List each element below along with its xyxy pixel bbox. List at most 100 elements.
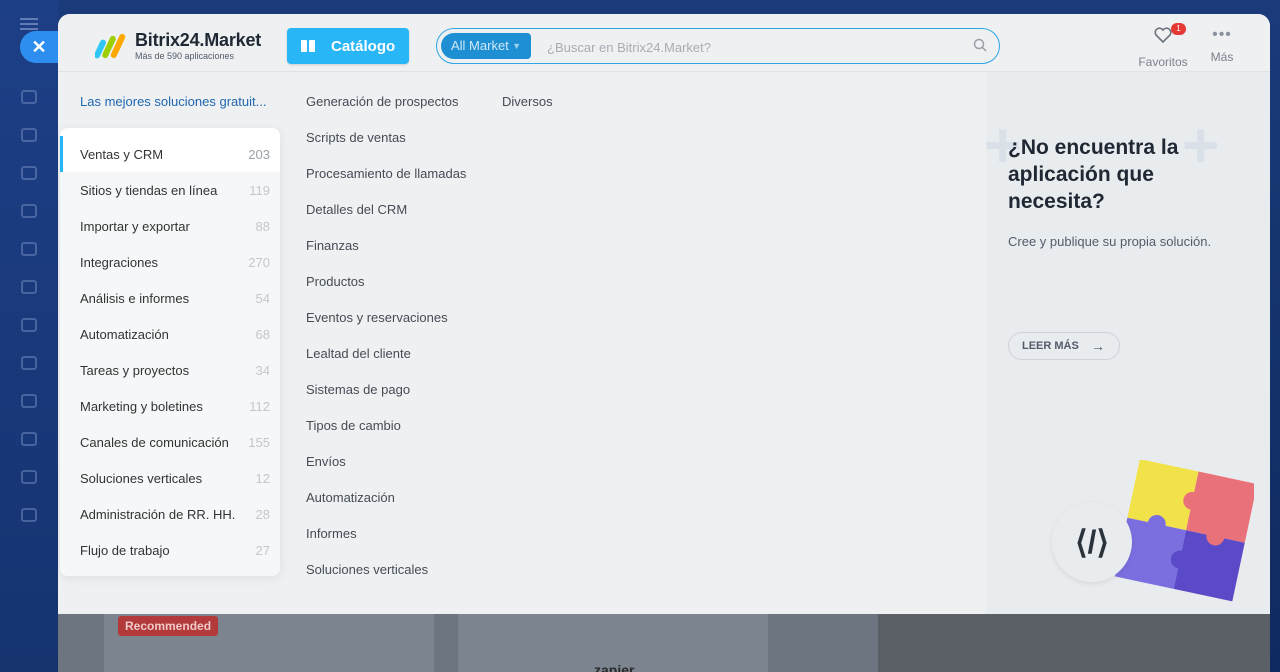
- subcategory-link[interactable]: Automatización: [306, 490, 466, 526]
- category-count: 112: [249, 398, 270, 414]
- app-title: Bitrix24.Market: [135, 30, 262, 50]
- subcategory-link[interactable]: Soluciones verticales: [306, 562, 466, 598]
- subcategory-link[interactable]: Scripts de ventas: [306, 130, 466, 166]
- catalog-button-label: Catálogo: [331, 37, 396, 55]
- read-more-label: LEER MÁS: [1022, 340, 1079, 352]
- grid-icon[interactable]: [21, 508, 37, 522]
- category-label: Importar y exportar: [80, 218, 190, 234]
- category-item[interactable]: Marketing y boletines 112: [60, 388, 280, 424]
- category-label: Ventas y CRM: [80, 146, 164, 162]
- category-item[interactable]: Canales de comunicación 155: [60, 424, 280, 460]
- category-count: 28: [255, 506, 270, 522]
- category-label: Administración de RR. HH.: [80, 506, 236, 522]
- menu-icon[interactable]: [20, 18, 38, 30]
- subcategory-link[interactable]: Lealtad del cliente: [306, 346, 466, 382]
- target-icon[interactable]: [21, 280, 37, 294]
- team-icon[interactable]: [21, 432, 37, 446]
- promo-title: ¿No encuentra la aplicación que necesita…: [1008, 136, 1179, 213]
- subcategory-link[interactable]: Productos: [306, 274, 466, 310]
- category-item[interactable]: Importar y exportar 88: [60, 208, 280, 244]
- category-count: 270: [248, 254, 270, 270]
- contact-icon[interactable]: [21, 166, 37, 180]
- category-item[interactable]: Integraciones 270: [60, 244, 280, 280]
- search-icon[interactable]: [973, 38, 987, 52]
- calendar-icon[interactable]: [21, 204, 37, 218]
- recommended-badge: Recommended: [118, 616, 219, 636]
- category-label: Integraciones: [80, 254, 159, 270]
- category-count: 12: [255, 470, 270, 486]
- subcategory-link[interactable]: Finanzas: [306, 238, 466, 274]
- category-label: Automatización: [80, 326, 169, 342]
- category-item[interactable]: Sitios y tiendas en línea 119: [60, 172, 280, 208]
- heart-icon: [1154, 27, 1172, 44]
- tasks-icon[interactable]: [21, 242, 37, 256]
- read-more-button[interactable]: LEER MÁS →: [1008, 332, 1120, 360]
- category-item[interactable]: Tareas y proyectos 34: [60, 352, 280, 388]
- category-count: 27: [255, 542, 270, 558]
- favorites-count-badge: 1: [1171, 23, 1186, 35]
- subcategory-link[interactable]: Detalles del CRM: [306, 202, 466, 238]
- app-subtitle: Más de 590 aplicaciones: [135, 51, 235, 61]
- subcategory-link[interactable]: Sistemas de pago: [306, 382, 466, 418]
- category-label: Canales de comunicación: [80, 434, 229, 450]
- pen-icon[interactable]: [21, 356, 37, 370]
- category-count: 155: [248, 434, 270, 450]
- category-panel: Ventas y CRM 203 Sitios y tiendas en lín…: [60, 128, 280, 576]
- app-card: [878, 614, 1270, 672]
- category-label: Sitios y tiendas en línea: [80, 182, 218, 198]
- subcategory-link[interactable]: Eventos y reservaciones: [306, 310, 466, 346]
- category-label: Análisis e informes: [80, 290, 190, 306]
- category-label: Flujo de trabajo: [80, 542, 170, 558]
- background-content: Recommended zapier: [58, 614, 1270, 672]
- bitrix-market-logo-icon: [95, 33, 126, 59]
- category-label: Marketing y boletines: [80, 398, 203, 414]
- arrow-right-icon: →: [1091, 338, 1105, 354]
- favorites-button[interactable]: Favoritos: [1130, 26, 1196, 69]
- favorites-label: Favoritos: [1138, 55, 1188, 69]
- best-free-solutions-link[interactable]: Las mejores soluciones gratuit...: [80, 94, 270, 109]
- subcategory-link[interactable]: Tipos de cambio: [306, 418, 466, 454]
- subcategory-column-1: Generación de prospectos Scripts de vent…: [306, 94, 466, 598]
- category-item[interactable]: Automatización 68: [60, 316, 280, 352]
- document-icon[interactable]: [21, 318, 37, 332]
- category-item[interactable]: Ventas y CRM 203: [60, 136, 280, 172]
- category-count: 68: [255, 326, 270, 342]
- search-input[interactable]: [547, 36, 967, 58]
- search-bar: All Market ▼: [436, 28, 1000, 64]
- chart-icon[interactable]: [21, 90, 37, 104]
- category-item[interactable]: Flujo de trabajo 27: [60, 532, 280, 568]
- subcategory-link[interactable]: Informes: [306, 526, 466, 562]
- category-item[interactable]: Administración de RR. HH. 28: [60, 496, 280, 532]
- globe-icon[interactable]: [21, 394, 37, 408]
- cart-icon[interactable]: [21, 128, 37, 142]
- more-dots-icon: •••: [1212, 26, 1232, 43]
- category-count: 203: [248, 146, 270, 162]
- subcategory-link[interactable]: Envíos: [306, 454, 466, 490]
- catalog-button[interactable]: Catálogo: [287, 28, 409, 64]
- subcategory-link[interactable]: Diversos: [502, 94, 553, 130]
- category-item[interactable]: Soluciones verticales 12: [60, 460, 280, 496]
- search-scope-select[interactable]: All Market ▼: [441, 33, 531, 59]
- category-count: 54: [255, 290, 270, 306]
- code-icon[interactable]: [21, 470, 37, 484]
- subcategory-link[interactable]: Procesamiento de llamadas: [306, 166, 466, 202]
- code-icon: ⟨/⟩: [1052, 502, 1132, 582]
- category-list: Ventas y CRM 203 Sitios y tiendas en lín…: [60, 136, 280, 568]
- category-count: 88: [255, 218, 270, 234]
- promo-panel: + + ¿No encuentra la aplicación que nece…: [984, 72, 1270, 614]
- subcategory-link[interactable]: Generación de prospectos: [306, 94, 466, 130]
- close-button[interactable]: ✕: [20, 31, 58, 63]
- chevron-down-icon: ▼: [512, 41, 521, 51]
- book-icon: [301, 40, 315, 52]
- search-scope-label: All Market: [451, 38, 509, 53]
- promo-description: Cree y publique su propia solución.: [1008, 234, 1212, 249]
- category-item[interactable]: Análisis e informes 54: [60, 280, 280, 316]
- market-header: Bitrix24.Market Más de 590 aplicaciones …: [58, 14, 1270, 72]
- more-button[interactable]: ••• Más: [1204, 26, 1240, 64]
- left-rail: [0, 0, 58, 672]
- category-count: 119: [249, 182, 270, 198]
- category-label: Tareas y proyectos: [80, 362, 190, 378]
- more-label: Más: [1210, 50, 1234, 64]
- subcategory-column-2: Diversos: [502, 94, 553, 130]
- puzzle-illustration-icon: [1114, 460, 1254, 602]
